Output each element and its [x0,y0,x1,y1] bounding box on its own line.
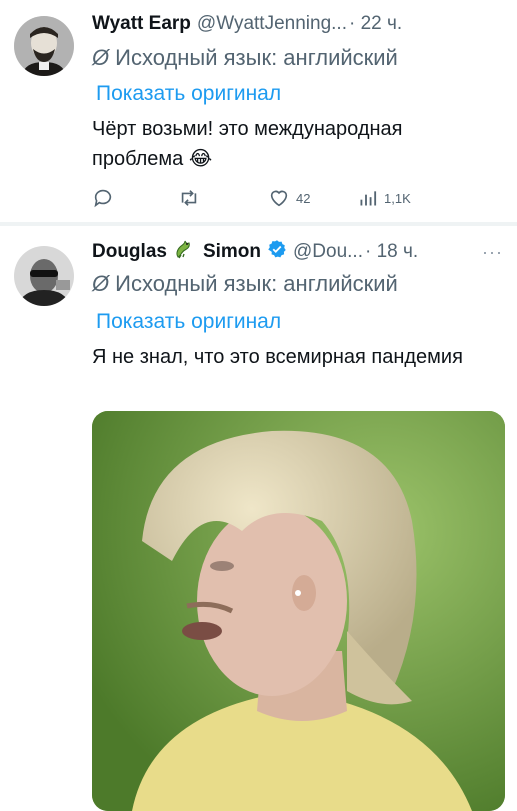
tweet[interactable]: Wyatt Earp @WyattJenning... · 22 ч. Ø Ис… [0,0,517,222]
author-name-first[interactable]: Douglas [92,241,167,263]
dragon-emoji-icon [173,237,197,267]
author-handle[interactable]: @Dou... [293,241,363,263]
show-original-link[interactable]: Показать оригинал [96,310,281,334]
tweet-header: Douglas Simon @Dou... · 18 ч. ··· [92,238,503,266]
translation-notice: Ø Исходный язык: английский [92,270,507,298]
avatar[interactable] [14,16,74,76]
tweet-text: Чёрт возьми! это международная проблема … [92,118,403,170]
translate-icon: Ø [92,45,110,70]
like-icon [270,190,288,207]
tweet-actions: 42 1,1K [92,184,503,212]
more-icon[interactable]: ··· [482,242,503,263]
reply-icon [94,189,112,208]
views-count: 1,1K [384,190,411,206]
retweet-icon [181,190,197,206]
watermark: Двач [340,394,377,411]
like-button[interactable]: 42 [268,184,310,212]
retweet-button[interactable] [178,184,200,212]
timestamp[interactable]: · 22 ч. [349,13,402,35]
reply-button[interactable] [92,184,114,212]
tweet-media-image[interactable] [92,411,505,811]
author-name[interactable]: Wyatt Earp [92,13,191,35]
author-name-last[interactable]: Simon [203,241,261,263]
tweet-text: Я не знал, что это всемирная пандемия [92,346,463,368]
views-icon [360,191,377,206]
translation-notice: Ø Исходный язык: английский [92,44,507,72]
avatar[interactable] [14,246,74,306]
show-original-link[interactable]: Показать оригинал [96,82,281,106]
translate-icon: Ø [92,271,110,296]
views-button[interactable]: 1,1K [358,184,411,212]
tweet[interactable]: Douglas Simon @Dou... · 18 ч. ··· Ø Исхо… [0,226,517,811]
translation-label: Исходный язык: английский [115,271,398,296]
author-handle[interactable]: @WyattJenning... [197,13,347,35]
translation-label: Исходный язык: английский [115,45,398,70]
verified-badge-icon [267,239,287,265]
timestamp[interactable]: · 18 ч. [365,241,418,263]
like-count: 42 [296,190,311,206]
tweet-header: Wyatt Earp @WyattJenning... · 22 ч. [92,10,503,38]
